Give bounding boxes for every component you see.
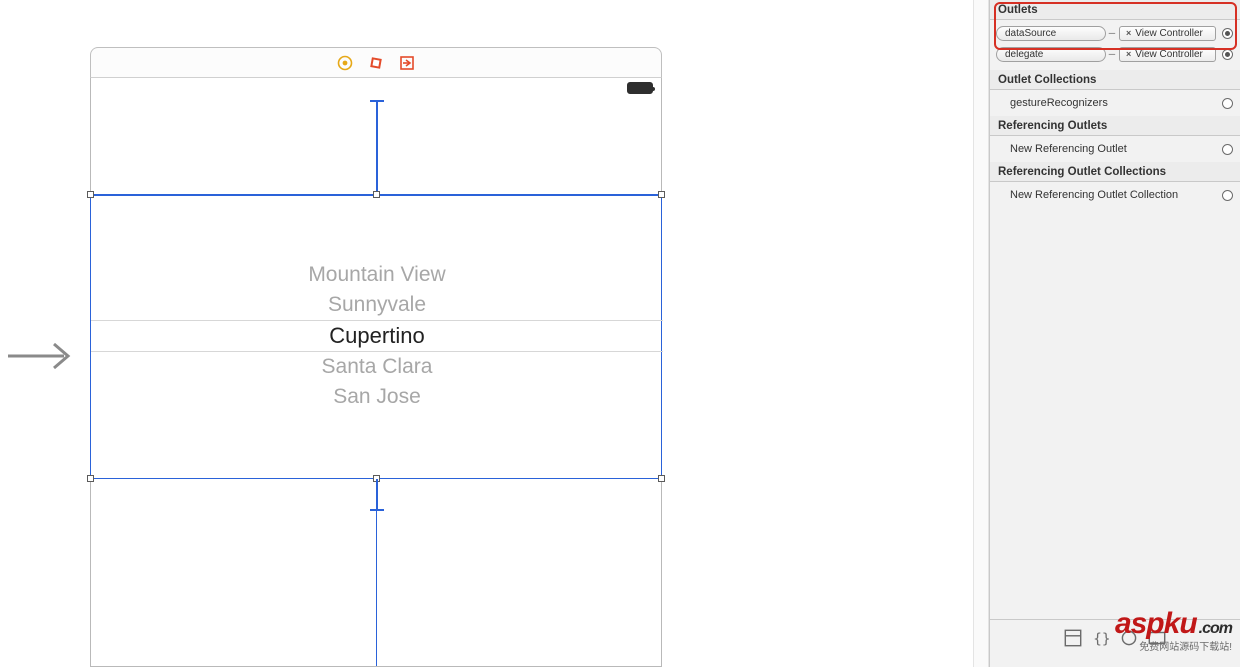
scene-title-bar[interactable] (90, 47, 662, 78)
outlet-datasource-row[interactable]: dataSource ─ ×View Controller (996, 24, 1234, 42)
picker-row[interactable]: Santa Clara (91, 352, 663, 382)
outlet-name: delegate (996, 47, 1106, 62)
storyboard-canvas[interactable]: Mountain View Sunnyvale Cupertino Santa … (0, 0, 973, 667)
link-icon: ─ (1105, 28, 1119, 38)
connection-dot[interactable] (1220, 26, 1234, 40)
new-referencing-outlet-collection-row[interactable]: New Referencing Outlet Collection (996, 186, 1234, 204)
outlet-destination[interactable]: ×View Controller (1119, 26, 1216, 41)
connection-dot[interactable] (1220, 188, 1234, 202)
svg-text:{}: {} (1093, 631, 1110, 647)
outlet-delegate-row[interactable]: delegate ─ ×View Controller (996, 45, 1234, 63)
connection-dot[interactable] (1220, 47, 1234, 61)
watermark-subtitle: 免费网站源码下载站! (1139, 638, 1232, 653)
picker-row-selected[interactable]: Cupertino (91, 321, 663, 351)
outlet-name: dataSource (996, 26, 1106, 41)
outlet-gesturerecognizers-row[interactable]: gestureRecognizers (996, 94, 1234, 112)
outlet-name: gestureRecognizers (1010, 94, 1108, 112)
view-controller-icon[interactable] (337, 54, 354, 71)
connection-dot[interactable] (1220, 142, 1234, 156)
link-icon: ─ (1105, 49, 1119, 59)
section-header-outlet-collections: Outlet Collections (990, 70, 1240, 90)
uipickerview[interactable]: Mountain View Sunnyvale Cupertino Santa … (91, 260, 663, 412)
library-snippets-icon[interactable]: {} (1090, 627, 1112, 649)
section-header-referencing-outlet-collections: Referencing Outlet Collections (990, 162, 1240, 182)
remove-connection-icon[interactable]: × (1126, 48, 1131, 61)
constraint-guide-top (376, 100, 378, 194)
picker-row[interactable]: Sunnyvale (91, 290, 663, 320)
new-referencing-outlet-row[interactable]: New Referencing Outlet (996, 140, 1234, 158)
entry-arrow-icon (8, 336, 80, 376)
outlet-destination[interactable]: ×View Controller (1119, 47, 1216, 62)
exit-icon[interactable] (399, 54, 416, 71)
outlet-name: New Referencing Outlet Collection (1010, 186, 1178, 204)
watermark-logo: aspku.com (1115, 607, 1232, 641)
section-header-referencing-outlets: Referencing Outlets (990, 116, 1240, 136)
connection-dot[interactable] (1220, 96, 1234, 110)
section-header-outlets: Outlets (990, 0, 1240, 20)
canvas-scrollbar[interactable] (973, 0, 989, 667)
remove-connection-icon[interactable]: × (1126, 27, 1131, 40)
outlet-name: New Referencing Outlet (1010, 140, 1127, 158)
battery-icon (627, 82, 653, 94)
device-view[interactable]: Mountain View Sunnyvale Cupertino Santa … (90, 78, 662, 667)
library-templates-icon[interactable] (1062, 627, 1084, 649)
connections-inspector: Outlets dataSource ─ ×View Controller de… (989, 0, 1240, 667)
picker-row[interactable]: San Jose (91, 382, 663, 412)
picker-row[interactable]: Mountain View (91, 260, 663, 290)
first-responder-icon[interactable] (368, 54, 385, 71)
selection-divider (376, 479, 377, 666)
